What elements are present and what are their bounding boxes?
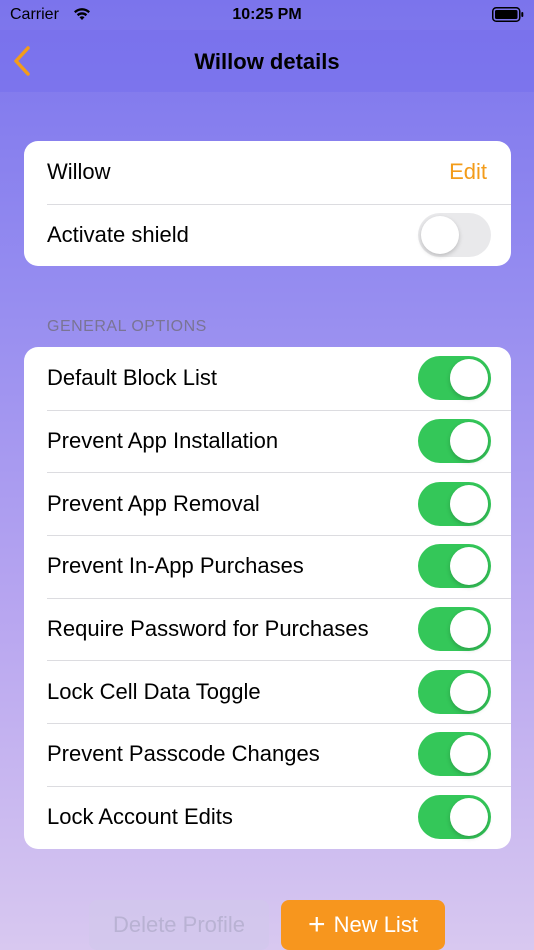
option-label: Lock Cell Data Toggle — [47, 678, 261, 704]
profile-name-row: Willow Edit — [24, 141, 511, 204]
status-bar: Carrier 10:25 PM — [0, 0, 534, 30]
require-password-toggle[interactable] — [418, 607, 491, 652]
general-options-header: GENERAL OPTIONS — [47, 318, 207, 335]
prevent-in-app-purchases-toggle[interactable] — [418, 544, 491, 589]
option-row-default-block-list: Default Block List — [24, 347, 511, 410]
profile-name: Willow — [47, 159, 111, 185]
prevent-app-installation-toggle[interactable] — [418, 419, 491, 464]
profile-card: Willow Edit Activate shield — [24, 141, 511, 267]
battery-icon — [492, 7, 524, 22]
default-block-list-toggle[interactable] — [418, 356, 491, 401]
status-time: 10:25 PM — [232, 6, 302, 23]
plus-icon: + — [308, 908, 326, 941]
option-row-prevent-app-removal: Prevent App Removal — [24, 472, 511, 535]
option-row-require-password: Require Password for Purchases — [24, 597, 511, 661]
activate-shield-label: Activate shield — [47, 222, 189, 248]
lock-cell-data-toggle[interactable] — [418, 669, 491, 714]
lock-account-edits-toggle[interactable] — [418, 795, 491, 840]
toggle-knob — [450, 422, 488, 461]
toggle-knob — [450, 359, 488, 398]
option-label: Prevent App Removal — [47, 490, 260, 516]
option-label: Prevent App Installation — [47, 428, 279, 454]
option-label: Prevent Passcode Changes — [47, 741, 320, 767]
option-label: Require Password for Purchases — [47, 616, 369, 642]
new-list-label: New List — [333, 912, 418, 937]
delete-profile-button[interactable]: Delete Profile — [89, 900, 269, 950]
prevent-passcode-changes-toggle[interactable] — [418, 732, 491, 777]
edit-button[interactable]: Edit — [449, 159, 487, 185]
navigation-bar: Willow details — [0, 30, 534, 92]
toggle-knob — [421, 216, 459, 255]
toggle-knob — [450, 672, 488, 711]
option-label: Default Block List — [47, 365, 217, 391]
toggle-knob — [450, 484, 488, 523]
toggle-knob — [450, 547, 488, 586]
general-options-card: Default Block List Prevent App Installat… — [24, 347, 511, 849]
toggle-knob — [450, 735, 488, 774]
option-row-lock-cell-data: Lock Cell Data Toggle — [24, 660, 511, 723]
option-row-lock-account-edits: Lock Account Edits — [24, 785, 511, 849]
option-row-prevent-app-installation: Prevent App Installation — [24, 409, 511, 473]
option-row-prevent-passcode-changes: Prevent Passcode Changes — [24, 723, 511, 786]
option-row-prevent-in-app-purchases: Prevent In-App Purchases — [24, 535, 511, 598]
new-list-button[interactable]: + New List — [281, 900, 445, 950]
activate-shield-row: Activate shield — [24, 203, 511, 267]
toggle-knob — [450, 610, 488, 649]
toggle-knob — [450, 798, 488, 837]
option-label: Prevent In-App Purchases — [47, 553, 304, 579]
page-title: Willow details — [194, 49, 340, 74]
option-label: Lock Account Edits — [47, 804, 233, 830]
prevent-app-removal-toggle[interactable] — [418, 481, 491, 526]
activate-shield-toggle[interactable] — [418, 213, 491, 258]
